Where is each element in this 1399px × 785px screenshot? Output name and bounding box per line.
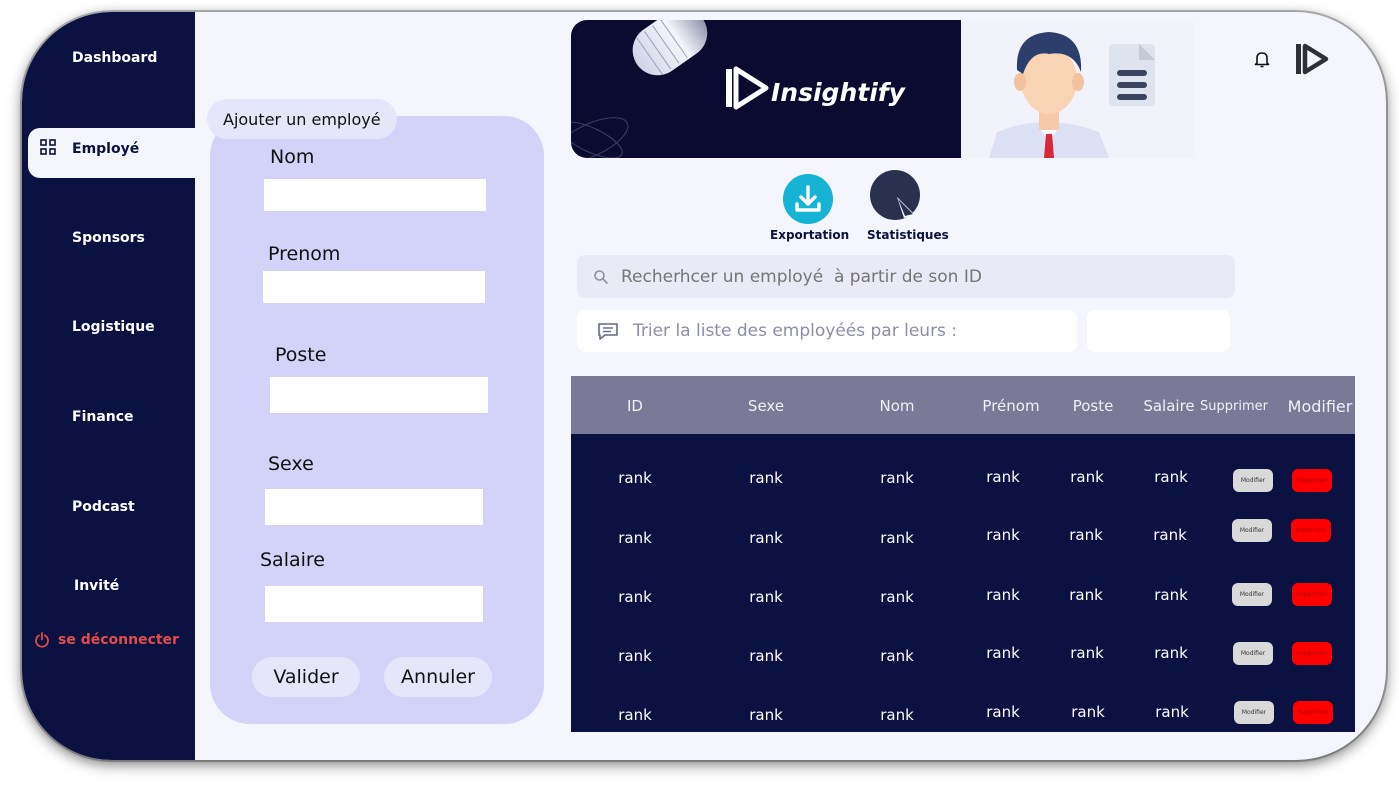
field-label-prenom: Prenom [268,243,341,265]
cell-poste: rank [1069,526,1103,544]
cell-salaire: rank [1155,703,1189,721]
cell-prenom: rank [986,703,1020,721]
column-header-id: ID [627,397,643,415]
sidebar-item-label: Employé [72,141,140,157]
cell-nom: rank [880,469,914,487]
statistics-label: Statistiques [867,228,949,242]
column-header-prenom: Prénom [982,397,1040,415]
poste-input[interactable] [270,377,488,413]
sidebar-item-sponsors[interactable]: Sponsors [72,230,145,246]
delete-button[interactable]: Supprimer [1292,469,1332,492]
modify-button[interactable]: Modifier [1232,519,1272,542]
cell-id: rank [618,529,652,547]
sort-label: Trier la liste des employéés par leurs : [633,321,958,341]
field-label-nom: Nom [270,146,315,168]
delete-button[interactable]: Supprimer [1291,519,1331,542]
column-header-modifier: Modifier [1287,397,1353,416]
app-frame: Dashboard Employé Sponsors Logistique Fi… [22,12,1386,760]
search-icon [594,269,608,284]
message-icon [598,323,618,340]
cell-nom: rank [880,647,914,665]
sort-bar: Trier la liste des employéés par leurs : [577,310,1077,352]
pie-chart-icon [897,197,914,218]
column-header-supprimer: Supprimer [1200,399,1268,414]
cell-poste: rank [1070,644,1104,662]
column-header-sexe: Sexe [747,397,785,415]
brand-logo-icon [1296,43,1329,75]
field-label-sexe: Sexe [268,453,314,475]
cell-salaire: rank [1154,586,1188,604]
cell-salaire: rank [1154,644,1188,662]
employee-avatar-icon [989,32,1155,158]
sidebar: Dashboard Employé Sponsors Logistique Fi… [22,12,198,760]
delete-button[interactable]: Supprimer [1293,701,1333,724]
sidebar-item-podcast[interactable]: Podcast [72,499,135,515]
cell-salaire: rank [1153,526,1187,544]
column-header-poste: Poste [1072,397,1114,415]
delete-button[interactable]: Supprimer [1292,642,1332,665]
cell-id: rank [618,706,652,724]
cell-sexe: rank [749,469,783,487]
cell-sexe: rank [749,529,783,547]
statistics-button[interactable] [870,170,920,220]
cell-prenom: rank [986,586,1020,604]
brand-banner: Insightify [571,20,961,158]
sidebar-item-logistique[interactable]: Logistique [72,319,155,335]
employee-table: ID Sexe Nom Prénom Poste Salaire Supprim… [571,376,1355,732]
modify-button[interactable]: Modifier [1233,469,1273,492]
modify-button[interactable]: Modifier [1234,701,1274,724]
column-header-nom: Nom [879,397,915,415]
sort-select[interactable] [1087,310,1230,352]
cell-poste: rank [1069,586,1103,604]
cell-sexe: rank [749,588,783,606]
employee-illustration [961,20,1194,158]
salaire-input[interactable] [265,586,483,622]
field-label-salaire: Salaire [260,549,325,571]
brand-name: Insightify [771,78,905,107]
delete-button[interactable]: Supprimer [1292,583,1332,606]
cell-prenom: rank [986,644,1020,662]
cell-sexe: rank [749,647,783,665]
cell-id: rank [618,647,652,665]
prenom-input[interactable] [263,271,485,303]
export-label: Exportation [770,228,850,242]
cell-id: rank [618,588,652,606]
search-input[interactable] [619,265,1203,288]
validate-button[interactable]: Valider [252,657,360,697]
cell-poste: rank [1070,468,1104,486]
field-label-poste: Poste [275,344,327,366]
nom-input[interactable] [264,179,486,211]
table-header: ID Sexe Nom Prénom Poste Salaire Supprim… [571,376,1355,434]
power-icon [35,632,49,648]
modify-button[interactable]: Modifier [1232,583,1272,606]
download-icon [795,185,821,212]
sidebar-item-invite[interactable]: Invité [74,578,119,594]
cancel-button[interactable]: Annuler [384,657,492,697]
logout-label: se déconnecter [58,632,179,648]
cell-prenom: rank [986,526,1020,544]
cell-sexe: rank [749,706,783,724]
sidebar-item-finance[interactable]: Finance [72,409,134,425]
cell-salaire: rank [1154,468,1188,486]
export-button[interactable] [783,174,833,224]
cell-poste: rank [1071,703,1105,721]
cell-nom: rank [880,588,914,606]
sidebar-item-employe[interactable]: Employé [28,128,198,178]
cell-id: rank [618,469,652,487]
bell-icon[interactable] [1254,50,1270,68]
cell-nom: rank [880,529,914,547]
form-title: Ajouter un employé [207,99,397,139]
column-header-salaire: Salaire [1143,397,1195,415]
sidebar-item-dashboard[interactable]: Dashboard [72,50,157,66]
modify-button[interactable]: Modifier [1233,642,1273,665]
grid-icon [40,139,56,155]
cell-nom: rank [880,706,914,724]
logout-button[interactable]: se déconnecter [34,632,179,648]
cell-prenom: rank [986,468,1020,486]
sexe-input[interactable] [265,489,483,525]
search-bar [577,255,1235,298]
